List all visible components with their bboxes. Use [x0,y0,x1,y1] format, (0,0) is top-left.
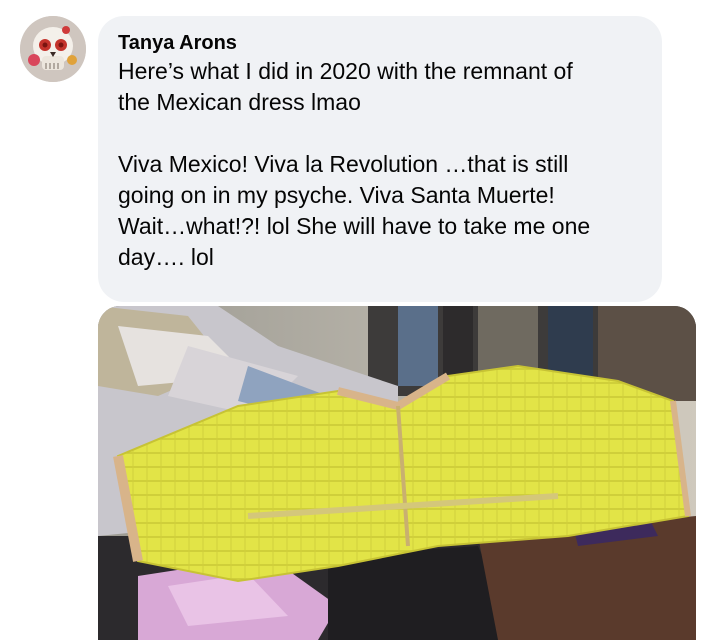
paragraph-break [118,118,642,149]
comment-photo[interactable] [98,306,696,640]
comment-text-line: the Mexican dress lmao [118,89,361,115]
comment-text-line: day…. lol [118,244,214,270]
comment: Tanya Arons Here’s what I did in 2020 wi… [0,0,720,640]
comment-text-line: going on in my psyche. Viva Santa Muerte… [118,182,555,208]
comment-text-line: Wait…what!?! lol She will have to take m… [118,213,591,239]
avatar[interactable] [20,16,86,82]
comment-author[interactable]: Tanya Arons [118,30,642,56]
skull-avatar-icon [20,16,86,82]
comment-text-line: Here’s what I did in 2020 with the remna… [118,58,573,84]
comment-bubble: Tanya Arons Here’s what I did in 2020 wi… [98,16,662,302]
yellow-pillow-photo [98,306,696,640]
comment-text-line: Viva Mexico! Viva la Revolution …that is… [118,151,569,177]
